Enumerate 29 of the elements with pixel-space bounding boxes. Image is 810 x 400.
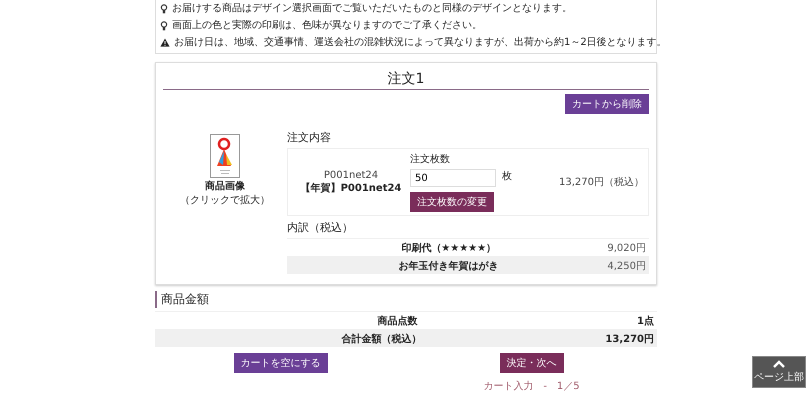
table-cell-text: 1点 (637, 314, 654, 328)
table-cell-text: 9,020円 (607, 242, 646, 254)
item-price: 13,270円（税込） (558, 176, 644, 189)
empty-cart-button[interactable]: カートを空にする (234, 353, 328, 373)
order-title: 注文1 (163, 67, 649, 90)
table-cell-text: 印刷代（★★★★★） (400, 242, 498, 254)
section-heading: 注文内容 (287, 130, 332, 145)
table-cell-text: 4,250円 (607, 260, 646, 272)
unit-label: 枚 (502, 170, 512, 183)
change-quantity-button[interactable]: 注文枚数の変更 (410, 192, 494, 212)
quantity-field[interactable]: 50 (410, 169, 496, 187)
next-button[interactable]: 決定・次へ (500, 353, 564, 373)
table-cell-text: 13,270円 (605, 332, 654, 346)
back-to-top-button[interactable]: ページ上部 (752, 356, 806, 388)
remove-from-cart-button[interactable]: カートから削除 (565, 94, 649, 114)
item-name: 【年賀】P001net24 (300, 182, 402, 194)
table-cell-text: 合計金額（税込） (340, 332, 423, 346)
table-cell-text: お年玉付き年賀はがき (398, 260, 500, 272)
progress-text: カート入力 - 1／5 (483, 380, 580, 393)
table-cell-text: 商品点数 (376, 314, 419, 328)
item-code: P001net24 (322, 170, 380, 180)
quantity-label: 注文枚数 (410, 152, 451, 166)
image-hint: （クリックで拡大） (180, 194, 270, 207)
notice-text: お届けする商品はデザイン選択画面でご覧いただいたものと同様のデザインとなります。 (172, 2, 572, 14)
section-heading: 商品金額 (155, 291, 657, 308)
image-caption: 商品画像 (205, 179, 245, 193)
notice-text: 画面上の色と実際の印刷は、色味が異なりますのでご了承ください。 (172, 20, 482, 32)
notice-text: お届け日は、地域、交通事情、運送会社の混雑状況によって異なりますが、出荷から約1～2日後となります。 (174, 36, 667, 48)
section-heading: 内訳（税込） (287, 220, 354, 235)
